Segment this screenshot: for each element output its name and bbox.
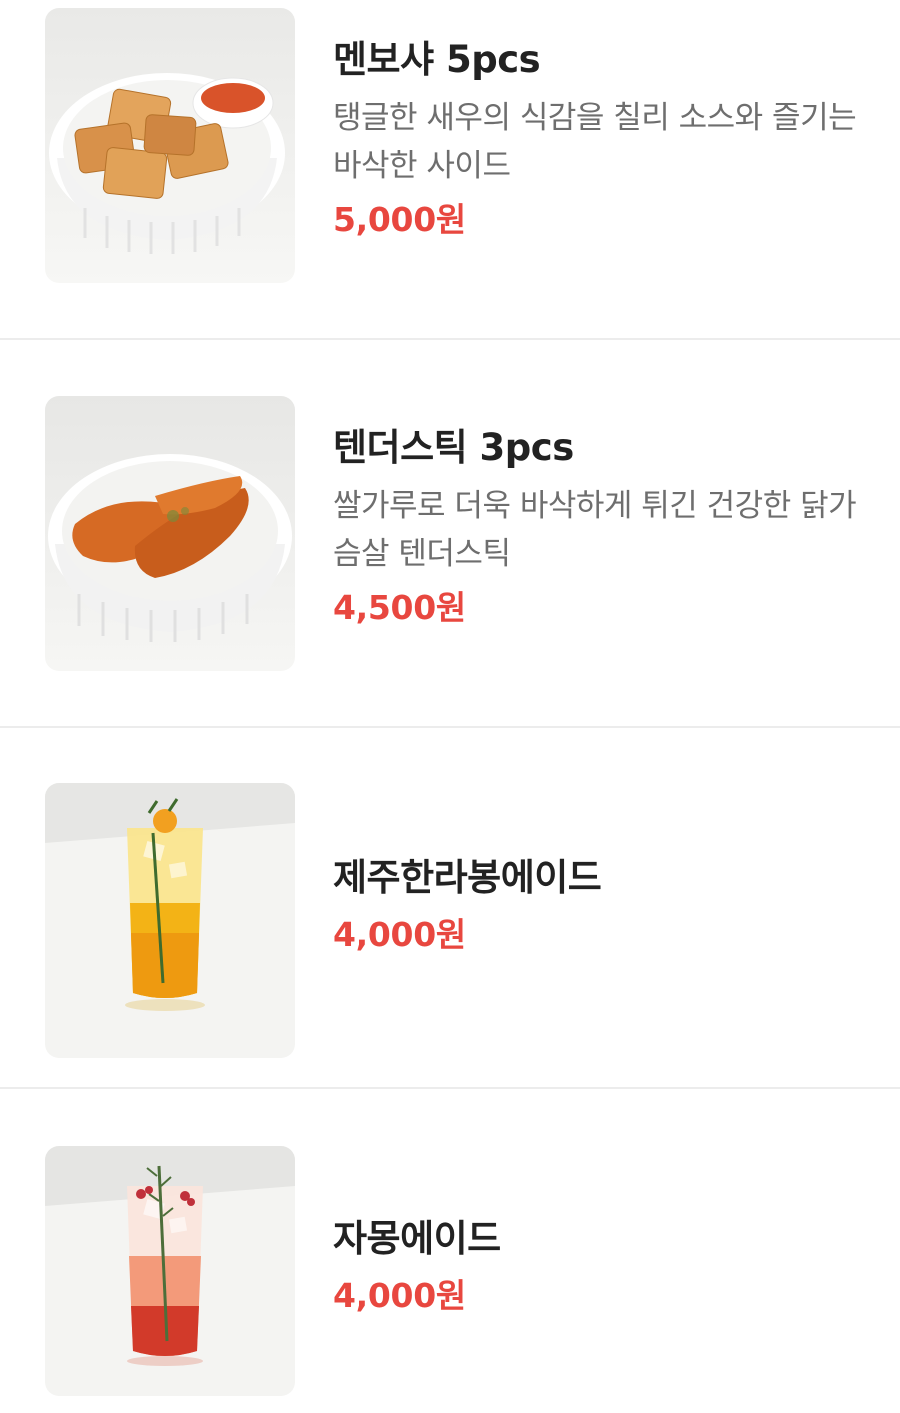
menu-item-name: 멘보샤 5pcs xyxy=(333,38,541,81)
menu-item-name: 텐더스틱 3pcs xyxy=(333,426,574,469)
menu-item-price: 4,500원 xyxy=(333,588,466,627)
menu-item-info: 자몽에이드 4,000원 xyxy=(333,1217,873,1317)
menu-list: 멘보샤 5pcs 탱글한 새우의 식감을 칠리 소스와 즐기는 바삭한 사이드 … xyxy=(0,0,900,1413)
menu-item-price: 4,000원 xyxy=(333,1276,466,1315)
menu-item-menbosha[interactable]: 멘보샤 5pcs 탱글한 새우의 식감을 칠리 소스와 즐기는 바삭한 사이드 … xyxy=(0,0,900,340)
menu-item-description: 쌀가루로 더욱 바삭하게 튀긴 건강한 닭가슴살 텐더스틱 xyxy=(333,488,857,572)
menu-item-info: 텐더스틱 3pcs 쌀가루로 더욱 바삭하게 튀긴 건강한 닭가슴살 텐더스틱 … xyxy=(333,426,873,629)
menu-item-grapefruit-ade[interactable]: 자몽에이드 4,000원 xyxy=(0,1089,900,1413)
menu-item-name: 제주한라봉에이드 xyxy=(333,856,602,899)
menu-item-info: 멘보샤 5pcs 탱글한 새우의 식감을 칠리 소스와 즐기는 바삭한 사이드 … xyxy=(333,38,873,241)
tender-stick-photo xyxy=(45,396,295,671)
menu-item-description: 탱글한 새우의 식감을 칠리 소스와 즐기는 바삭한 사이드 xyxy=(333,100,857,184)
menbosha-photo xyxy=(45,8,295,283)
menu-item-price: 4,000원 xyxy=(333,915,466,954)
hallabong-ade-photo xyxy=(45,783,295,1058)
menu-item-hallabong-ade[interactable]: 제주한라봉에이드 4,000원 xyxy=(0,728,900,1088)
menu-item-price: 5,000원 xyxy=(333,200,466,239)
menu-item-name: 자몽에이드 xyxy=(333,1217,501,1260)
menu-item-info: 제주한라봉에이드 4,000원 xyxy=(333,856,873,956)
menu-item-tender-stick[interactable]: 텐더스틱 3pcs 쌀가루로 더욱 바삭하게 튀긴 건강한 닭가슴살 텐더스틱 … xyxy=(0,340,900,727)
grapefruit-ade-photo xyxy=(45,1146,295,1396)
